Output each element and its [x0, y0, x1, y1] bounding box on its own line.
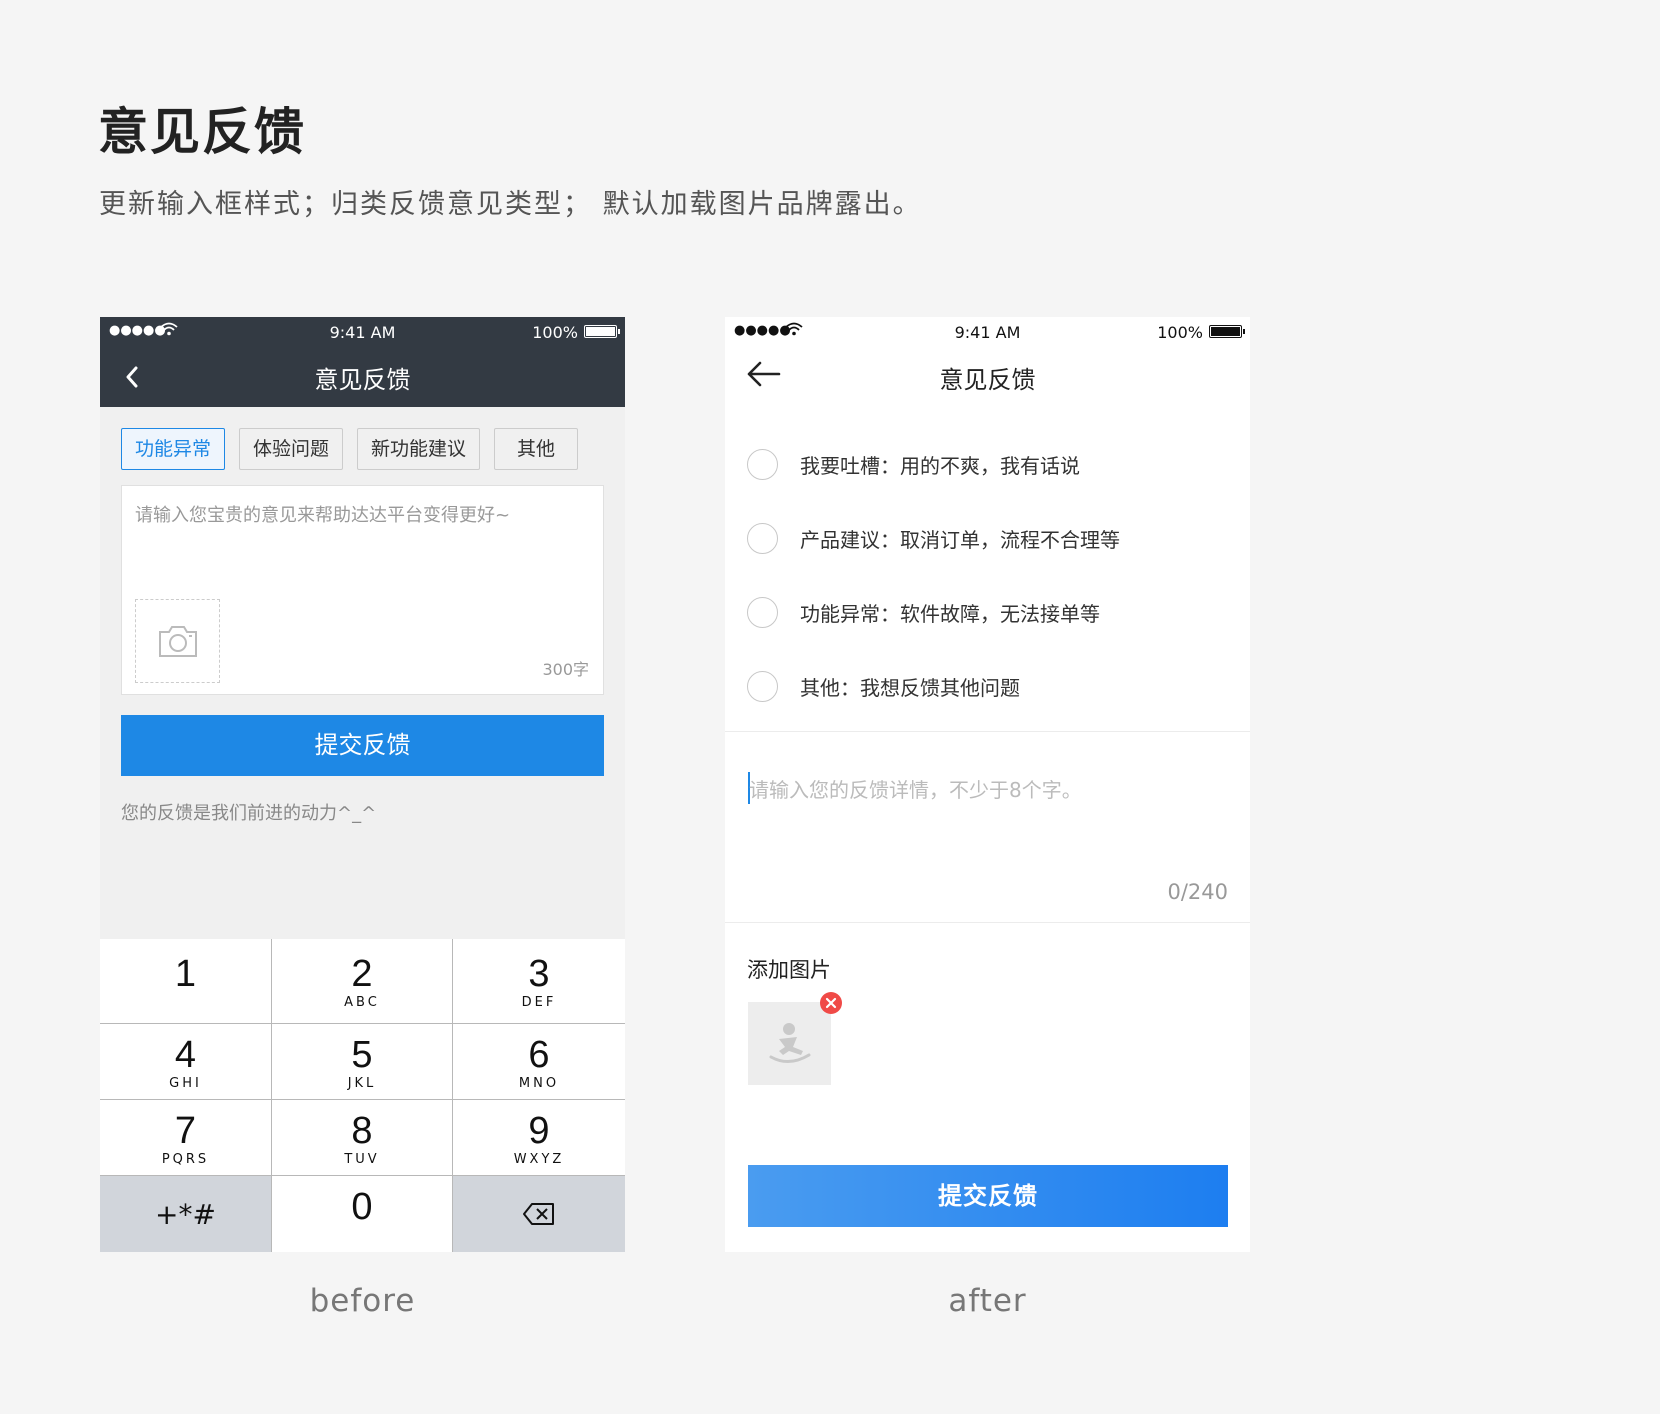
camera-icon [159, 626, 197, 657]
add-image-title: 添加图片 [747, 958, 831, 982]
status-bar: ●●●●● 9:41 AM 100% [725, 317, 1250, 347]
radio-button[interactable] [747, 670, 778, 702]
category-tags: 功能异常 体验问题 新功能建议 其他 [121, 428, 579, 470]
battery-icon [1209, 325, 1245, 338]
status-bar: ●●●●● 9:41 AM 100% [100, 317, 625, 347]
feedback-hint: 您的反馈是我们前进的动力^_^ [121, 803, 377, 824]
option-label: 我要吐槽：用的不爽，我有话说 [800, 453, 1080, 478]
key-5[interactable]: 5 JKL [272, 1024, 453, 1100]
add-photo-button[interactable] [135, 599, 220, 683]
divider [725, 922, 1250, 923]
battery-percent: 100% [532, 323, 578, 342]
after-caption: after [948, 1283, 1027, 1319]
option-label: 功能异常：软件故障，无法接单等 [800, 601, 1100, 626]
submit-button[interactable]: 提交反馈 [748, 1165, 1228, 1227]
key-2[interactable]: 2 ABC [272, 939, 453, 1024]
key-3[interactable]: 3 DEF [453, 939, 625, 1024]
close-icon [825, 997, 837, 1009]
key-7[interactable]: 7 PQRS [100, 1100, 272, 1176]
key-0[interactable]: 0 [272, 1176, 453, 1252]
option-complaint[interactable]: 我要吐槽：用的不爽，我有话说 [747, 444, 1080, 484]
battery-percent: 100% [1157, 323, 1203, 342]
key-4[interactable]: 4 GHI [100, 1024, 272, 1100]
key-8[interactable]: 8 TUV [272, 1100, 453, 1176]
image-thumbnail[interactable] [748, 1002, 831, 1085]
feedback-textarea[interactable]: 请输入您宝贵的意见来帮助达达平台变得更好~ 300字 [121, 485, 604, 695]
numeric-keypad: 1 2 ABC 3 DEF 4 GHI 5 JKL 6 MNO 7 PQRS 8 TUV 9W… [100, 939, 625, 1252]
page-title: 意见反馈 [98, 103, 306, 161]
radio-button[interactable] [747, 448, 778, 480]
option-product-suggestion[interactable]: 产品建议：取消订单，流程不合理等 [747, 518, 1120, 558]
submit-button[interactable]: 提交反馈 [121, 715, 604, 776]
brand-logo-icon [769, 1023, 811, 1063]
key-1[interactable]: 1 [100, 939, 272, 1024]
page-subtitle: 更新输入框样式；归类反馈意见类型； 默认加载图片品牌露出。 [99, 189, 922, 220]
remove-image-button[interactable] [820, 992, 842, 1014]
after-phone-screen: ●●●●● 9:41 AM 100% 意见反馈 我要吐槽：用的不爽，我有话说 产… [725, 317, 1250, 1252]
textarea-placeholder: 请输入您宝贵的意见来帮助达达平台变得更好~ [135, 505, 511, 526]
before-header: ●●●●● 9:41 AM 100% 意见反馈 [100, 317, 625, 407]
option-other[interactable]: 其他：我想反馈其他问题 [747, 666, 1020, 706]
textarea-placeholder: 请输入您的反馈详情，不少于8个字。 [749, 778, 1082, 802]
radio-button[interactable] [747, 596, 778, 628]
feedback-textarea[interactable]: 请输入您的反馈详情，不少于8个字。 0/240 [725, 732, 1250, 907]
char-limit: 300字 [542, 660, 589, 679]
tag-experience-issue[interactable]: 体验问题 [239, 428, 344, 470]
nav-title: 意见反馈 [314, 366, 411, 394]
tag-other[interactable]: 其他 [494, 428, 579, 470]
nav-title: 意见反馈 [939, 366, 1036, 394]
before-caption: before [309, 1283, 416, 1319]
key-6[interactable]: 6 MNO [453, 1024, 625, 1100]
battery-icon [584, 325, 620, 338]
radio-button[interactable] [747, 522, 778, 554]
tag-function-error[interactable]: 功能异常 [121, 428, 226, 470]
before-phone-screen: ●●●●● 9:41 AM 100% 意见反馈 功能异常 体验问题 新功能建议 … [100, 317, 625, 1252]
key-9[interactable]: 9 WXYZ [453, 1100, 625, 1176]
option-label: 产品建议：取消订单，流程不合理等 [800, 527, 1120, 552]
key-backspace[interactable] [453, 1176, 625, 1252]
key-symbols[interactable]: +*# [100, 1176, 272, 1252]
backspace-icon [523, 1203, 554, 1225]
option-label: 其他：我想反馈其他问题 [800, 675, 1020, 700]
char-counter: 0/240 [1167, 880, 1228, 904]
tag-feature-suggestion[interactable]: 新功能建议 [357, 428, 481, 470]
option-function-error[interactable]: 功能异常：软件故障，无法接单等 [747, 592, 1100, 632]
after-header: ●●●●● 9:41 AM 100% 意见反馈 [725, 317, 1250, 407]
